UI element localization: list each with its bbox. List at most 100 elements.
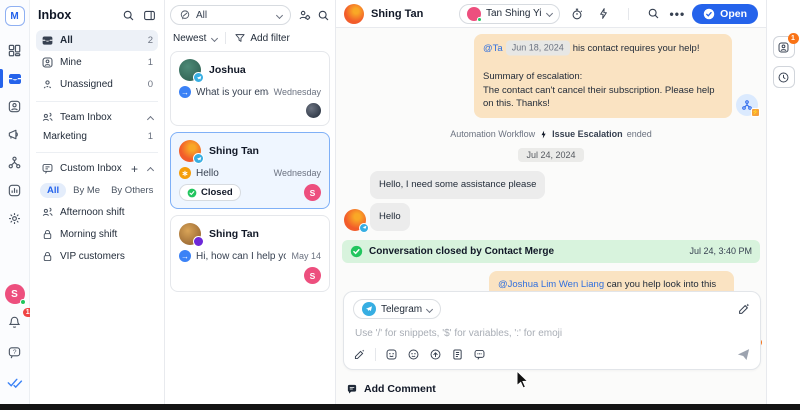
message-row: Hello, I need some assistance please [342, 171, 760, 199]
window-bottom-edge [0, 404, 800, 410]
send-button[interactable] [736, 347, 751, 362]
conversation-closed-banner: Conversation closed by Contact Merge Jul… [342, 240, 760, 263]
chat-search-icon[interactable] [644, 7, 663, 20]
sort-dropdown[interactable]: Newest [173, 33, 206, 44]
mention-link[interactable]: @Ta [483, 43, 503, 54]
ai-assist-icon[interactable] [737, 302, 751, 316]
floating-date-chip: Jun 18, 2024 [506, 41, 570, 56]
sidebar-item-label: Unassigned [60, 79, 142, 90]
settings-icon[interactable] [0, 206, 30, 231]
assignee-avatar: S [304, 184, 321, 201]
open-conversation-button[interactable]: Open [692, 4, 758, 24]
message-type-icon: ∗ [179, 167, 191, 179]
filter-funnel-icon[interactable] [234, 32, 246, 44]
quick-reply-icon[interactable] [473, 348, 486, 361]
mention-link[interactable]: @Joshua Lim Wen Liang [498, 279, 604, 290]
collapse-panel-icon[interactable] [143, 9, 156, 22]
assignee-name: Tan Shing Yi [486, 8, 542, 19]
message-preview: Hi, how can I help you today? [196, 251, 286, 262]
assignee-avatar [467, 7, 481, 21]
more-options-icon[interactable]: ••• [670, 7, 686, 21]
workflows-icon[interactable] [0, 150, 30, 175]
broadcast-icon[interactable] [0, 122, 30, 147]
conversation-card-selected[interactable]: Shing Tan ∗ Hello Wednesday Closed S [170, 132, 330, 209]
divider [628, 8, 629, 20]
emoji-icon[interactable] [385, 348, 398, 361]
sidebar-item-all[interactable]: All 2 [36, 30, 158, 51]
assignee-avatar [306, 103, 321, 118]
inbox-search-icon[interactable] [122, 9, 135, 22]
sidebar-item-afternoon-shift[interactable]: Afternoon shift [36, 202, 158, 223]
contact-avatar [179, 140, 201, 162]
sidebar-item-label: All [60, 35, 142, 46]
incoming-message-bubble: Hello, I need some assistance please [370, 171, 545, 199]
add-filter-button[interactable]: Add filter [250, 33, 289, 44]
channel-icon [179, 9, 191, 21]
telegram-badge-icon [193, 72, 204, 83]
conversation-card[interactable]: Joshua → What is your email? Wednesday [170, 51, 330, 126]
help-icon[interactable]: ? [0, 343, 30, 361]
date-separator: Jul 24, 2024 [342, 148, 760, 162]
channel-filter-dropdown[interactable]: All [170, 5, 291, 25]
snooze-icon[interactable] [567, 7, 587, 21]
inbox-panel-title: Inbox [38, 8, 114, 22]
add-comment-button[interactable]: Add Comment [346, 383, 436, 395]
unread-count: 1 [148, 57, 153, 68]
contacts-icon[interactable] [0, 94, 30, 119]
assignee-dropdown[interactable]: Tan Shing Yi [459, 4, 560, 24]
custom-item-label: Morning shift [60, 229, 153, 240]
message-thread: @TaJun 18, 2024his contact requires your… [336, 29, 766, 404]
chevron-up-icon [147, 115, 154, 122]
check-circle-icon [187, 188, 197, 198]
chat-panel: Shing Tan Tan Shing Yi ••• Open @TaJun 1… [336, 0, 766, 404]
reports-icon[interactable] [0, 178, 30, 203]
sidebar-item-unassigned[interactable]: Unassigned 0 [36, 74, 158, 95]
workspace-logo[interactable]: M [5, 6, 25, 26]
inbox-panel: Inbox All 2 Mine 1 Unassigned 0 Team Inb… [30, 0, 165, 404]
app-rail: M S 13 ? [0, 0, 30, 404]
sticker-icon[interactable] [407, 348, 420, 361]
check-circle-icon [350, 245, 363, 258]
activity-history-icon[interactable] [773, 66, 795, 88]
add-custom-inbox-icon[interactable]: + [131, 163, 138, 175]
chevron-down-icon [211, 34, 218, 41]
tab-by-others[interactable]: By Others [107, 183, 157, 198]
team-inbox-header[interactable]: Team Inbox [36, 108, 158, 127]
message-input[interactable] [355, 328, 753, 339]
note-summary-title: Summary of escalation: [483, 71, 582, 82]
tab-all[interactable]: All [40, 183, 66, 198]
custom-item-label: VIP customers [60, 251, 153, 262]
custom-inbox-header[interactable]: Custom Inbox + [36, 159, 158, 178]
lightning-icon [539, 130, 548, 139]
rail-bottom: S 13 ? [0, 284, 30, 404]
user-avatar[interactable]: S [5, 284, 25, 304]
divider [225, 32, 226, 44]
contact-avatar [344, 209, 366, 231]
all-inbox-icon [41, 34, 54, 47]
open-status-icon [703, 8, 715, 20]
inbox-icon[interactable] [0, 66, 30, 91]
snippet-icon[interactable] [451, 348, 464, 361]
contact-avatar [179, 223, 201, 245]
unread-count: 1 [148, 131, 153, 142]
contact-badge: 1 [788, 33, 799, 44]
conversation-search-icon[interactable] [317, 9, 330, 22]
attachment-icon[interactable] [429, 348, 442, 361]
sidebar-item-vip-customers[interactable]: VIP customers [36, 246, 158, 267]
channel-selector-dropdown[interactable]: Telegram [353, 299, 441, 319]
notifications-bell-icon[interactable]: 13 [0, 313, 30, 331]
sidebar-item-mine[interactable]: Mine 1 [36, 52, 158, 73]
dashboard-icon[interactable] [0, 38, 30, 63]
sidebar-item-marketing[interactable]: Marketing 1 [36, 127, 158, 146]
conversation-card[interactable]: Shing Tan → Hi, how can I help you today… [170, 215, 330, 292]
magic-compose-icon[interactable] [353, 348, 366, 361]
contact-details-icon[interactable]: 1 [773, 36, 795, 58]
sidebar-item-morning-shift[interactable]: Morning shift [36, 224, 158, 245]
double-check-icon[interactable] [0, 373, 30, 391]
message-row: @TaJun 18, 2024his contact requires your… [342, 34, 760, 118]
message-preview: Hello [196, 168, 269, 179]
tab-by-me[interactable]: By Me [69, 183, 104, 198]
assignment-settings-icon[interactable] [297, 8, 311, 22]
shortcut-lightning-icon[interactable] [594, 7, 613, 20]
channel-badge-icon [193, 236, 204, 247]
